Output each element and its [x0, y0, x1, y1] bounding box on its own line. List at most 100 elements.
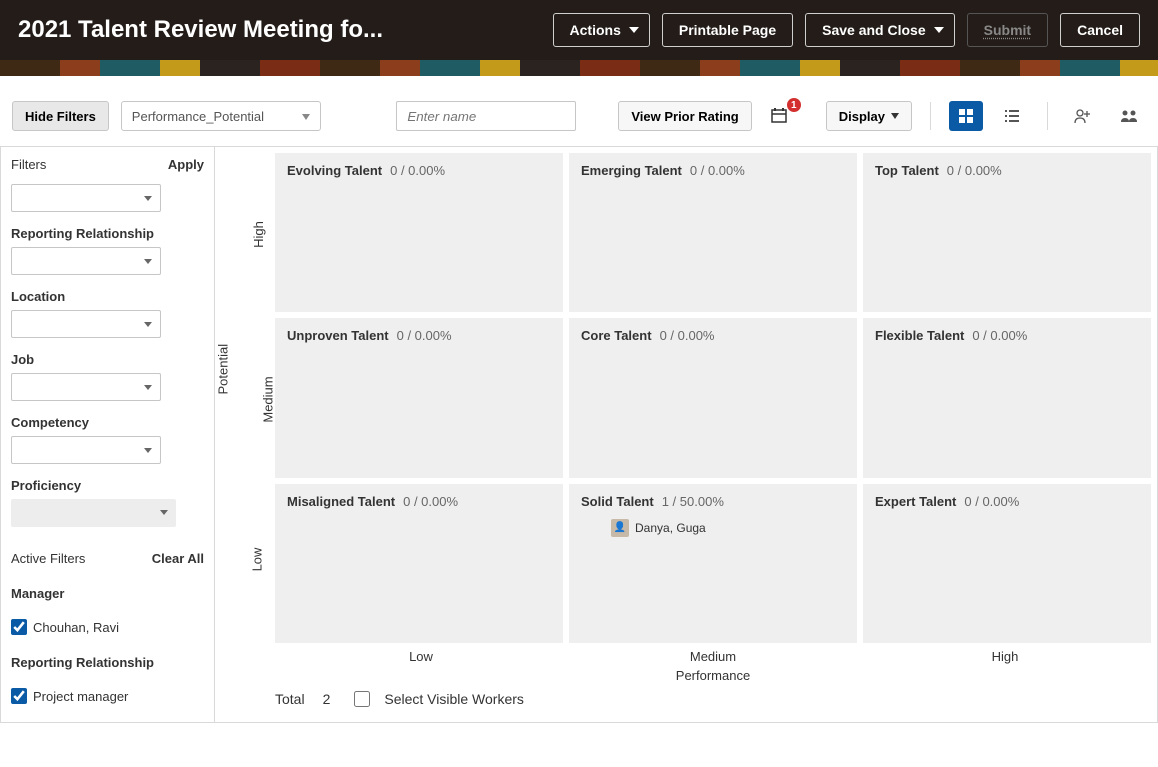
cell-stats: 0 / 0.00% — [964, 494, 1019, 509]
ninebox-cell[interactable]: Solid Talent1 / 50.00%👤Danya, Guga — [569, 484, 857, 643]
cell-title: Top Talent — [875, 163, 939, 178]
competency-label: Competency — [11, 415, 204, 430]
main-content: Filters Apply Reporting Relationship Loc… — [0, 146, 1158, 723]
search-input[interactable] — [396, 101, 576, 131]
cell-stats: 0 / 0.00% — [397, 328, 452, 343]
decorative-banner — [0, 60, 1158, 76]
caret-down-icon — [629, 27, 639, 33]
filters-sidebar: Filters Apply Reporting Relationship Loc… — [0, 146, 215, 723]
grid-footer: Total 2 Select Visible Workers — [275, 683, 1151, 707]
y-level-low: Low — [249, 548, 264, 572]
total-label: Total — [275, 691, 305, 707]
reporting-relationship-label: Reporting Relationship — [11, 226, 204, 241]
population-button[interactable] — [1112, 101, 1146, 131]
caret-down-icon — [160, 510, 168, 515]
cell-stats: 0 / 0.00% — [972, 328, 1027, 343]
list-view-button[interactable] — [995, 101, 1029, 131]
active-rr-checkbox[interactable] — [11, 688, 27, 704]
y-level-high: High — [251, 221, 266, 248]
template-select[interactable]: Performance_Potential — [121, 101, 321, 131]
avatar: 👤 — [611, 519, 629, 537]
job-label: Job — [11, 352, 204, 367]
cell-title: Unproven Talent — [287, 328, 389, 343]
add-worker-button[interactable] — [1066, 101, 1100, 131]
ninebox-cell[interactable]: Unproven Talent 0 / 0.00% — [275, 318, 563, 477]
reporting-relationship-select[interactable] — [11, 247, 161, 275]
caret-down-icon — [144, 448, 152, 453]
active-filters-heading: Active Filters — [11, 551, 85, 566]
select-visible-checkbox[interactable] — [354, 691, 370, 707]
ninebox-cell[interactable]: Core Talent0 / 0.00% — [569, 318, 857, 477]
cell-stats: 0 / 0.00% — [690, 163, 745, 178]
cell-title: Flexible Talent — [875, 328, 964, 343]
display-button[interactable]: Display — [826, 101, 912, 131]
location-label: Location — [11, 289, 204, 304]
grid-view-button[interactable] — [949, 101, 983, 131]
proficiency-label: Proficiency — [11, 478, 204, 493]
job-select[interactable] — [11, 373, 161, 401]
x-axis-levels: Low Medium High — [275, 649, 1151, 664]
cell-title: Evolving Talent — [287, 163, 382, 178]
ninebox-grid: Evolving Talent0 / 0.00%Emerging Talent0… — [275, 153, 1151, 643]
cell-title: Expert Talent — [875, 494, 956, 509]
location-select[interactable] — [11, 310, 161, 338]
active-manager-checkbox[interactable] — [11, 619, 27, 635]
grid-icon — [958, 108, 974, 124]
ninebox-cell[interactable]: Evolving Talent0 / 0.00% — [275, 153, 563, 312]
actions-label: Actions — [570, 22, 621, 38]
y-axis-label: Potential — [216, 344, 231, 395]
toolbar: Hide Filters Performance_Potential View … — [0, 76, 1158, 146]
cancel-button[interactable]: Cancel — [1060, 13, 1140, 47]
view-prior-rating-button[interactable]: View Prior Rating — [618, 101, 751, 131]
caret-down-icon — [302, 114, 310, 120]
apply-filters-link[interactable]: Apply — [168, 157, 204, 172]
page-title: 2021 Talent Review Meeting fo... — [18, 16, 383, 44]
cell-stats: 0 / 0.00% — [660, 328, 715, 343]
cell-stats: 1 / 50.00% — [662, 494, 724, 509]
ninebox-cell[interactable]: Emerging Talent 0 / 0.00% — [569, 153, 857, 312]
ninebox-cell[interactable]: Top Talent 0 / 0.00% — [863, 153, 1151, 312]
worker-name: Danya, Guga — [635, 521, 706, 535]
y-level-medium: Medium — [261, 376, 276, 422]
notification-badge: 1 — [787, 98, 801, 112]
active-manager-label: Manager — [11, 586, 204, 601]
printable-page-button[interactable]: Printable Page — [662, 13, 793, 47]
list-icon — [1004, 108, 1020, 124]
active-rr-label: Reporting Relationship — [11, 655, 204, 670]
ninebox-container: Potential High Medium Low Evolving Talen… — [215, 146, 1158, 723]
top-filter-select[interactable] — [11, 184, 161, 212]
filters-heading: Filters — [11, 157, 46, 172]
caret-down-icon — [144, 385, 152, 390]
ninebox-cell[interactable]: Flexible Talent 0 / 0.00% — [863, 318, 1151, 477]
ninebox-cell[interactable]: Misaligned Talent 0 / 0.00% — [275, 484, 563, 643]
caret-down-icon — [144, 196, 152, 201]
date-filter-button[interactable]: 1 — [764, 101, 798, 131]
competency-select[interactable] — [11, 436, 161, 464]
page-header: 2021 Talent Review Meeting fo... Actions… — [0, 0, 1158, 60]
calendar-icon — [771, 107, 791, 125]
people-icon — [1119, 108, 1139, 124]
total-value: 2 — [323, 691, 331, 707]
select-visible-label: Select Visible Workers — [384, 691, 524, 707]
actions-button[interactable]: Actions — [553, 13, 650, 47]
caret-down-icon — [144, 322, 152, 327]
x-axis-label: Performance — [275, 668, 1151, 683]
active-manager-value: Chouhan, Ravi — [33, 620, 119, 635]
cell-stats: 0 / 0.00% — [947, 163, 1002, 178]
person-plus-icon — [1074, 108, 1092, 124]
caret-down-icon — [144, 259, 152, 264]
submit-button: Submit — [967, 13, 1048, 47]
proficiency-select — [11, 499, 176, 527]
caret-down-icon — [891, 113, 899, 119]
ninebox-cell[interactable]: Expert Talent 0 / 0.00% — [863, 484, 1151, 643]
active-rr-value: Project manager — [33, 689, 128, 704]
cell-title: Misaligned Talent — [287, 494, 395, 509]
header-button-group: Actions Printable Page Save and Close Su… — [553, 13, 1140, 47]
hide-filters-button[interactable]: Hide Filters — [12, 101, 109, 131]
save-and-close-button[interactable]: Save and Close — [805, 13, 955, 47]
caret-down-icon — [934, 27, 944, 33]
worker-chip[interactable]: 👤 Danya, Guga — [611, 519, 845, 537]
cell-title: Emerging Talent — [581, 163, 682, 178]
cell-stats: 0 / 0.00% — [403, 494, 458, 509]
clear-all-link[interactable]: Clear All — [152, 551, 204, 566]
